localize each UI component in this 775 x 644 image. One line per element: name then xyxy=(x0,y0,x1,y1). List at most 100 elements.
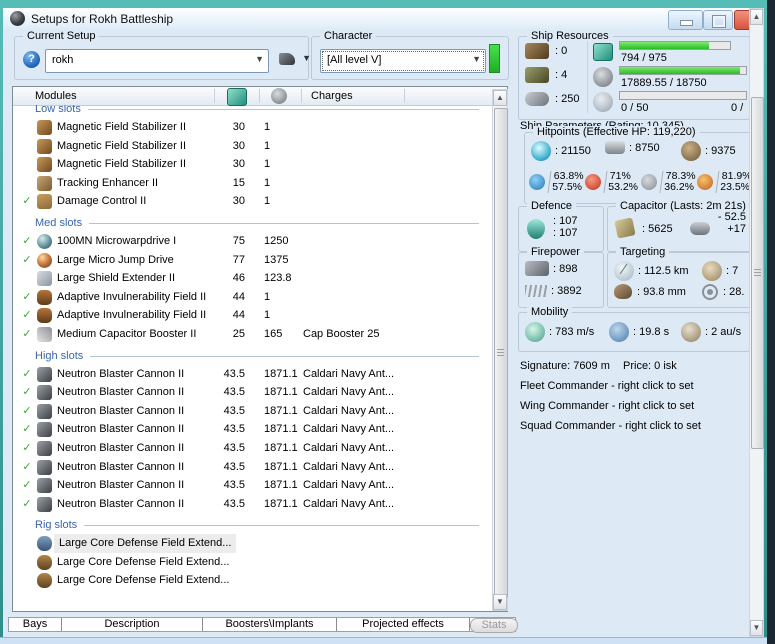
module-row[interactable]: ✓Neutron Blaster Cannon II43.51871.1Cald… xyxy=(13,476,491,495)
active-check-icon: ✓ xyxy=(19,458,35,477)
list-scrollbar[interactable]: ▲ ▼ xyxy=(492,89,508,611)
list-scrollbar-thumb[interactable] xyxy=(494,108,508,598)
module-row[interactable]: Magnetic Field Stabilizer II301 xyxy=(13,118,491,137)
module-charge-name: Caldari Navy Ant... xyxy=(303,402,394,421)
module-row[interactable]: ✓Damage Control II301 xyxy=(13,192,491,211)
slot-group-header: High slots xyxy=(13,347,491,365)
ship-menu-button[interactable]: ▼ xyxy=(277,49,311,71)
module-row[interactable]: ✓Neutron Blaster Cannon II43.51871.1Cald… xyxy=(13,439,491,458)
module-charge-qty: 1871.1 xyxy=(264,495,298,514)
powergrid-icon xyxy=(593,67,613,87)
module-row[interactable]: ✓Adaptive Invulnerability Field II441 xyxy=(13,306,491,325)
outer-scrollbar[interactable]: ▲ ▼ xyxy=(749,8,764,637)
minimize-icon xyxy=(680,20,693,26)
scroll-up-icon[interactable]: ▲ xyxy=(493,90,507,106)
module-row[interactable]: ✓Medium Capacitor Booster II25165Cap Boo… xyxy=(13,325,491,344)
launcher-slots-value: : 4 xyxy=(555,69,567,81)
module-charge-name: Caldari Navy Ant... xyxy=(303,495,394,514)
module-charge-qty: 123.8 xyxy=(264,269,292,288)
module-row[interactable]: ✓Adaptive Invulnerability Field II441 xyxy=(13,288,491,307)
stats-button[interactable]: Stats xyxy=(470,618,518,633)
rig-brown-icon xyxy=(37,573,52,588)
module-cpu-value: 30 xyxy=(209,118,245,137)
modules-list[interactable]: Modules Charges Low slotsMagnetic Field … xyxy=(12,86,508,612)
module-row[interactable]: Magnetic Field Stabilizer II301 xyxy=(13,137,491,156)
module-cpu-value: 44 xyxy=(209,306,245,325)
slot-group-divider xyxy=(88,109,479,110)
outer-scrollbar-thumb[interactable] xyxy=(751,97,764,449)
maximize-button[interactable] xyxy=(703,10,733,30)
slot-group-label: Rig slots xyxy=(35,519,77,531)
module-charge-name: Caldari Navy Ant... xyxy=(303,383,394,402)
module-name: Neutron Blaster Cannon II xyxy=(57,383,184,402)
squad-commander-line[interactable]: Squad Commander - right click to set xyxy=(520,420,701,432)
tab-bays[interactable]: Bays xyxy=(9,618,62,631)
wing-commander-line[interactable]: Wing Commander - right click to set xyxy=(520,400,694,412)
max-targets-value: : 7 xyxy=(726,265,738,277)
module-charge-name: Caldari Navy Ant... xyxy=(303,458,394,477)
targeting-range-value: : 112.5 km xyxy=(638,265,689,277)
module-row[interactable]: Large Core Defense Field Extend... xyxy=(13,553,491,572)
mobility-title: Mobility xyxy=(527,306,572,318)
align-time-icon xyxy=(609,322,629,342)
module-cpu-value: 43.5 xyxy=(209,439,245,458)
blaster-icon xyxy=(37,422,52,437)
cpu-column-icon[interactable] xyxy=(227,88,247,106)
scroll-down-icon[interactable]: ▼ xyxy=(493,594,507,610)
module-row[interactable]: ✓Neutron Blaster Cannon II43.51871.1Cald… xyxy=(13,383,491,402)
module-name: Damage Control II xyxy=(57,192,146,211)
cap-drain-value: - 52.5 xyxy=(718,211,746,223)
active-check-icon: ✓ xyxy=(19,402,35,421)
module-charge-qty: 1 xyxy=(264,288,270,307)
character-label: Character xyxy=(320,30,376,42)
module-row[interactable]: ✓Neutron Blaster Cannon II43.51871.1Cald… xyxy=(13,365,491,384)
title-bar[interactable]: Setups for Rokh Battleship xyxy=(3,8,749,31)
active-check-icon: ✓ xyxy=(19,325,35,344)
explosive-resist-armor: 23.5% xyxy=(720,182,749,193)
powergrid-column-icon[interactable] xyxy=(271,88,287,104)
outer-scroll-up-icon[interactable]: ▲ xyxy=(750,9,763,25)
resources-divider xyxy=(587,41,588,113)
scan-resolution-icon xyxy=(614,284,632,299)
charges-column-header[interactable]: Charges xyxy=(311,90,353,102)
defence-top-value: : 107 xyxy=(553,215,577,227)
module-charge-qty: 1 xyxy=(264,155,270,174)
minimize-button[interactable] xyxy=(668,10,703,30)
module-cpu-value: 30 xyxy=(209,155,245,174)
magnetic-field-stabilizer-icon xyxy=(37,120,52,135)
module-row[interactable]: Large Shield Extender II46123.8 xyxy=(13,269,491,288)
align-time-value: : 19.8 s xyxy=(633,326,669,338)
cpu-bar-fill xyxy=(620,42,709,49)
module-row[interactable]: ✓Neutron Blaster Cannon II43.51871.1Cald… xyxy=(13,420,491,439)
module-row[interactable]: ✓Neutron Blaster Cannon II43.51871.1Cald… xyxy=(13,495,491,514)
character-select[interactable]: [All level V] ▼ xyxy=(320,49,486,73)
module-row[interactable]: ✓Neutron Blaster Cannon II43.51871.1Cald… xyxy=(13,402,491,421)
help-icon[interactable]: ? xyxy=(23,51,40,68)
tab-description[interactable]: Description xyxy=(62,618,203,631)
mobility-group: Mobility : 783 m/s : 19.8 s : 2 au/s xyxy=(518,312,749,352)
tab-boosters-implants[interactable]: Boosters\Implants xyxy=(203,618,337,631)
damage-control-icon xyxy=(37,194,52,209)
module-row[interactable]: Magnetic Field Stabilizer II301 xyxy=(13,155,491,174)
module-name: Neutron Blaster Cannon II xyxy=(57,495,184,514)
module-row[interactable]: Large Core Defense Field Extend... xyxy=(13,571,491,590)
drone-capacity-value: 0 / 50 xyxy=(621,102,649,114)
module-row[interactable]: ✓100MN Microwarpdrive I751250 xyxy=(13,232,491,251)
kinetic-resist-armor: 36.2% xyxy=(664,182,694,193)
module-charge-qty: 1871.1 xyxy=(264,458,298,477)
modules-column-header[interactable]: Modules xyxy=(35,90,77,102)
drone-icon xyxy=(593,92,613,112)
slot-group-header: Rig slots xyxy=(13,516,491,534)
module-row[interactable]: Tracking Enhancer II151 xyxy=(13,174,491,193)
module-row[interactable]: Large Core Defense Field Extend... xyxy=(13,534,491,553)
module-row[interactable]: ✓Neutron Blaster Cannon II43.51871.1Cald… xyxy=(13,458,491,477)
outer-scroll-down-icon[interactable]: ▼ xyxy=(750,620,763,636)
setup-select[interactable]: rokh ▼ xyxy=(45,49,269,73)
fleet-commander-line[interactable]: Fleet Commander - right click to set xyxy=(520,380,694,392)
active-check-icon: ✓ xyxy=(19,192,35,211)
close-button[interactable] xyxy=(734,10,749,30)
module-row[interactable]: ✓Large Micro Jump Drive771375 xyxy=(13,251,491,270)
tab-projected-effects[interactable]: Projected effects xyxy=(337,618,470,631)
list-header[interactable]: Modules Charges xyxy=(13,87,507,106)
defence-shield-icon xyxy=(527,219,545,239)
